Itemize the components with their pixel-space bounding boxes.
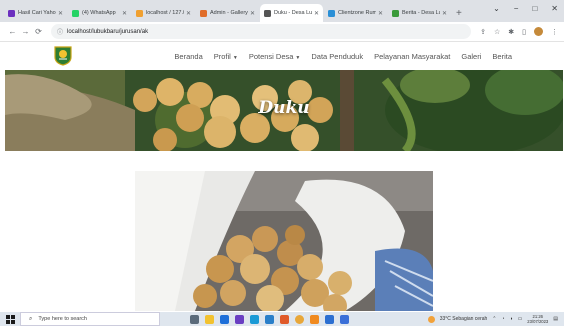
tray-chevron-icon[interactable]: ⌃ [492,316,496,322]
teams-icon[interactable] [220,314,229,324]
tab-search-icon[interactable]: ⌄ [493,4,500,13]
clock-date: 23/07/2023 [527,319,549,324]
nav-item-galeri[interactable]: Galeri [461,52,481,61]
nav-item-profil[interactable]: Profil ▼ [214,52,238,61]
window-controls: ⌄ − □ ✕ [493,4,558,13]
hero-title: Duku [258,98,310,118]
tab-close-icon[interactable]: ✕ [314,10,319,17]
address-bar[interactable]: ⓘ localhost/lubukbaru/jurusan/ak [51,24,471,39]
tab-label: Admin - Gallery [210,10,248,16]
store-icon[interactable] [265,314,274,324]
nav-item-label: Pelayanan Masyarakat [374,51,451,61]
nav-item-berita[interactable]: Berita [492,52,512,61]
xampp-icon[interactable] [310,314,319,324]
browser-tab[interactable]: Clientzone Rumi ✕ [324,4,387,22]
nav-item-label: Potensi Desa [248,51,294,61]
new-tab-button[interactable]: + [456,4,462,22]
tab-favicon-icon [72,9,79,17]
tab-favicon-icon [328,9,335,17]
file-explorer-icon[interactable] [205,314,214,324]
close-window-button[interactable]: ✕ [551,4,558,13]
notification-icon[interactable]: ▤ [553,316,558,322]
battery-icon[interactable]: ▭ [518,316,523,322]
nav-item-label: Beranda [174,51,203,61]
dropdown-caret-icon: ▼ [232,54,238,61]
minimize-button[interactable]: − [514,4,519,13]
taskbar-search-placeholder: Type here to search [38,316,87,322]
windows-taskbar: ⌕ Type here to search 33°C Sebagian cera… [0,312,564,326]
tab-close-icon[interactable]: ✕ [250,10,255,17]
menu-dots-icon[interactable]: ⋮ [551,28,558,36]
chrome-icon[interactable] [295,314,304,324]
forward-arrow-icon[interactable]: → [19,27,32,36]
app-blue-icon[interactable] [340,314,349,324]
browser-tab[interactable]: localhost / 127.0 ✕ [132,4,195,22]
nav-item-potensi-desa[interactable]: Potensi Desa ▼ [249,52,301,61]
browser-tab[interactable]: Berita - Desa Lul ✕ [388,4,451,22]
tab-label: localhost / 127.0 [146,10,184,16]
tab-label: Clientzone Rumi [338,10,376,16]
tab-close-icon[interactable]: ✕ [122,10,127,17]
vscode-icon[interactable] [325,314,334,324]
profile-avatar[interactable] [534,27,543,36]
tab-favicon-icon [8,9,15,17]
site-header: Beranda Profil ▼ Potensi Desa ▼ Data Penduduk… [0,42,564,70]
nav-item-label: Profil [213,51,231,61]
browser-tab[interactable]: Duku - Desa Lub ✕ [260,4,323,22]
site-info-icon[interactable]: ⓘ [57,27,63,36]
village-logo[interactable] [54,45,72,66]
extensions-icon[interactable]: ✱ [508,28,514,36]
app-orange-icon[interactable] [280,314,289,324]
tab-favicon-icon [136,9,143,17]
main-nav: Beranda Profil ▼ Potensi Desa ▼ Data Penduduk… [174,42,512,70]
app-purple-icon[interactable] [235,314,244,324]
tab-label: (4) WhatsApp [82,10,116,16]
tab-label: Hasil Cari Yahoo [18,10,56,16]
back-arrow-icon[interactable]: ← [6,27,19,36]
pinned-apps [190,314,349,324]
tab-favicon-icon [392,9,399,17]
tab-favicon-icon [200,9,207,17]
weather-text[interactable]: 33°C Sebagian cerah [440,316,488,322]
nav-item-label: Galeri [461,51,482,61]
tab-favicon-icon [264,9,271,17]
toolbar-actions: ⇪ ☆ ✱ ▯ ⋮ [480,27,558,36]
weather-icon[interactable] [427,315,435,323]
browser-tab[interactable]: (4) WhatsApp ✕ [68,4,131,22]
task-view-icon[interactable] [190,314,199,324]
tab-label: Berita - Desa Lul [402,10,440,16]
windows-start-icon[interactable] [0,312,20,326]
tab-close-icon[interactable]: ✕ [378,10,383,17]
share-icon[interactable]: ⇪ [480,28,486,36]
search-icon: ⌕ [29,315,33,322]
edge-icon[interactable] [250,314,259,324]
clock[interactable]: 21:26 23/07/2023 [527,314,548,324]
browser-tab[interactable]: Hasil Cari Yahoo ✕ [4,4,67,22]
tab-close-icon[interactable]: ✕ [186,10,191,17]
taskbar-search[interactable]: ⌕ Type here to search [20,312,160,326]
browser-tab[interactable]: Admin - Gallery ✕ [196,4,259,22]
nav-item-data-penduduk[interactable]: Data Penduduk [311,52,363,61]
bookmark-star-icon[interactable]: ☆ [494,28,500,36]
tab-label: Duku - Desa Lub [274,10,312,16]
maximize-button[interactable]: □ [532,4,537,13]
volume-icon[interactable]: ◑ [510,316,513,322]
dropdown-caret-icon: ▼ [295,54,301,61]
reload-icon[interactable]: ⟳ [32,27,45,36]
nav-item-pelayanan-masyarakat[interactable]: Pelayanan Masyarakat [374,52,450,61]
network-icon[interactable]: ◔ [502,316,505,322]
nav-item-label: Data Penduduk [311,51,364,61]
browser-tab-strip: Hasil Cari Yahoo ✕ (4) WhatsApp ✕ localhost … [0,0,564,22]
duku-photo[interactable] [135,171,433,311]
nav-item-beranda[interactable]: Beranda [174,52,202,61]
sidebar-icon[interactable]: ▯ [522,28,526,36]
nav-item-label: Berita [492,51,512,61]
system-tray: 33°C Sebagian cerah ⌃ ◔ ◑ ▭ 21:26 23/07/… [427,314,564,324]
tab-close-icon[interactable]: ✕ [58,10,63,17]
browser-toolbar: ← → ⟳ ⓘ localhost/lubukbaru/jurusan/ak ⇪… [0,22,564,42]
duku-sack-image [135,171,433,311]
url-text: localhost/lubukbaru/jurusan/ak [67,28,149,35]
hero-banner: Duku [5,70,563,151]
tab-close-icon[interactable]: ✕ [442,10,447,17]
